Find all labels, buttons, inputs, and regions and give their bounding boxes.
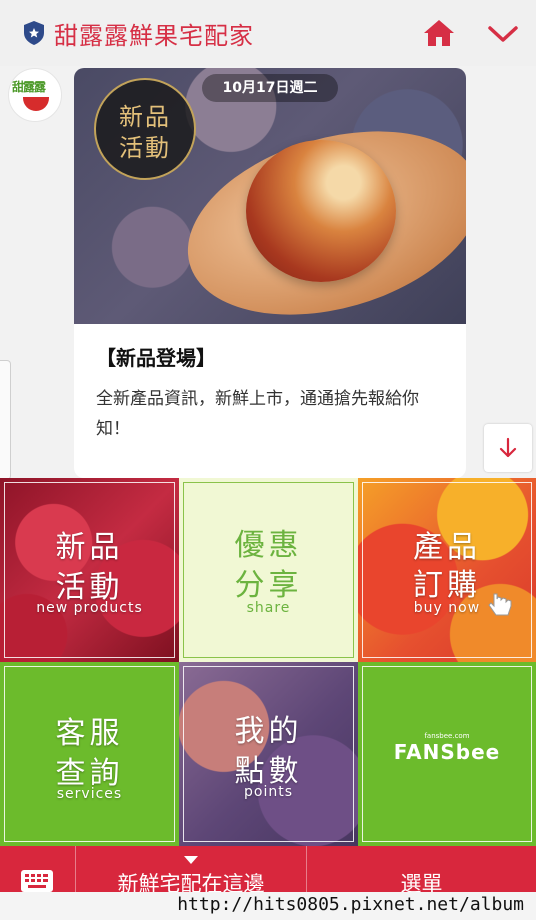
watermark: http://hits0805.pixnet.net/album [0, 892, 536, 920]
badge-line2: 活動 [119, 134, 171, 162]
chat-header: 甜露露鮮果宅配家 [0, 0, 536, 66]
tile-label-line1: 優惠 [234, 528, 303, 563]
menu-tile-services[interactable]: 客服 查詢 services [0, 662, 179, 846]
avatar[interactable]: 甜露露 [8, 68, 62, 122]
apple-icon [23, 97, 49, 111]
card-image: 新品 活動 10月17日週二 [74, 68, 466, 324]
avatar-logo-text: 甜露露 [12, 80, 46, 94]
card-title: 【新品登場】 [96, 346, 216, 370]
menu-tile-points[interactable]: 我的 點數 points [179, 662, 358, 846]
tile-sublabel: services [56, 786, 123, 802]
fansbee-logo: fansbee.com FANSbee [358, 732, 536, 764]
card-body: 全新產品資訊，新鮮上市，通通搶先報給你知！ [96, 389, 419, 439]
chat-title: 甜露露鮮果宅配家 [54, 22, 254, 50]
menu-tile-share[interactable]: 優惠 分享 share [179, 478, 358, 662]
side-handle[interactable] [0, 360, 11, 480]
watermark-text: http://hits0805.pixnet.net/album [177, 894, 524, 915]
new-event-badge: 新品 活動 [94, 78, 196, 180]
menu-tile-buy-now[interactable]: 產品 訂購 buy now [358, 478, 536, 662]
tile-label-line1: 客服 [55, 716, 124, 751]
hand-pointer-icon [488, 593, 512, 616]
fansbee-logo-main: FANSbee [393, 740, 501, 764]
tile-label-line1: 產品 [413, 530, 481, 565]
tile-label-line1: 新品 [55, 530, 124, 565]
fansbee-logo-top: fansbee.com [424, 732, 470, 740]
shield-icon [24, 21, 44, 45]
scroll-down-button[interactable] [484, 424, 532, 472]
fruit-graphic [246, 140, 396, 282]
menu-tile-new-products[interactable]: 新品 活動 new products [0, 478, 179, 662]
tile-sublabel: new products [36, 600, 143, 616]
arrow-down-icon [499, 437, 517, 458]
home-icon[interactable] [422, 18, 456, 48]
rich-menu: 新品 活動 new products 優惠 分享 share 產品 訂購 buy… [0, 478, 536, 846]
chevron-down-icon[interactable] [486, 22, 520, 46]
menu-tile-fansbee[interactable]: fansbee.com FANSbee [358, 662, 536, 846]
message-card[interactable]: 新品 活動 10月17日週二 【新品登場】 全新產品資訊，新鮮上市，通通搶先報給… [74, 68, 466, 478]
caret-down-icon [184, 856, 198, 864]
badge-line1: 新品 [119, 103, 171, 131]
date-pill: 10月17日週二 [202, 74, 338, 102]
tile-sublabel: points [244, 784, 293, 800]
tile-label-line1: 我的 [234, 714, 303, 749]
tile-sublabel: share [246, 600, 291, 616]
